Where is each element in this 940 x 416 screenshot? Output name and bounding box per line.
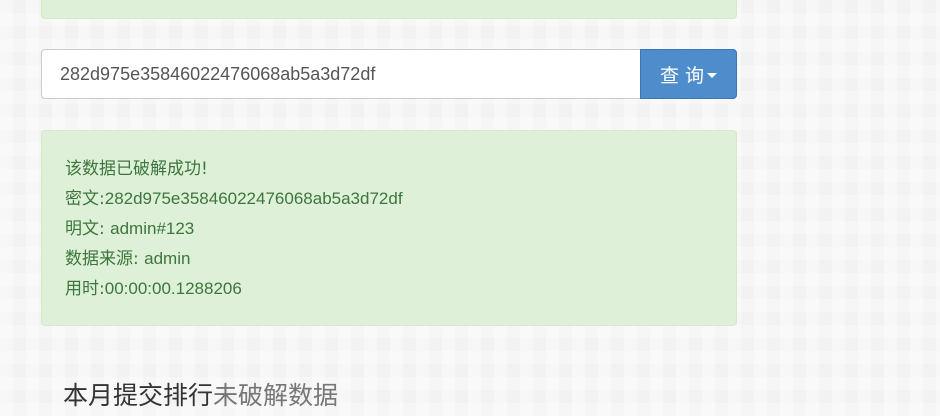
search-bar: 查 询 [41, 49, 737, 99]
source-label: 数据来源: [65, 249, 145, 269]
result-cipher: 密文:282d975e35846022476068ab5a3d72df [65, 184, 403, 214]
plaintext-value: admin#123 [110, 219, 195, 238]
search-button-label: 查 询 [659, 64, 705, 87]
result-panel: 该数据已破解成功! 密文:282d975e35846022476068ab5a3… [41, 130, 737, 326]
time-label: 用时: [65, 279, 105, 299]
result-time: 用时:00:00:00.1288206 [65, 274, 403, 304]
section-heading: 本月提交排行未破解数据 [63, 376, 338, 412]
monthly-ranking-heading: 本月提交排行 [63, 381, 214, 410]
result-status: 该数据已破解成功! [65, 159, 208, 179]
uncracked-data-subheading: 未破解数据 [213, 381, 339, 410]
cipher-label: 密文: [65, 189, 105, 209]
cipher-value: 282d975e35846022476068ab5a3d72df [104, 189, 403, 208]
caret-down-icon [707, 72, 718, 78]
result-source: 数据来源: admin [65, 244, 403, 274]
source-value: admin [144, 249, 191, 268]
hash-search-input[interactable] [41, 49, 640, 99]
plaintext-label: 明文: [65, 219, 111, 239]
previous-alert-panel [41, 0, 737, 19]
result-plaintext: 明文: admin#123 [65, 214, 403, 244]
result-lines: 该数据已破解成功! 密文:282d975e35846022476068ab5a3… [65, 154, 403, 304]
search-button[interactable]: 查 询 [640, 49, 737, 99]
time-value: 00:00:00.1288206 [104, 279, 242, 298]
